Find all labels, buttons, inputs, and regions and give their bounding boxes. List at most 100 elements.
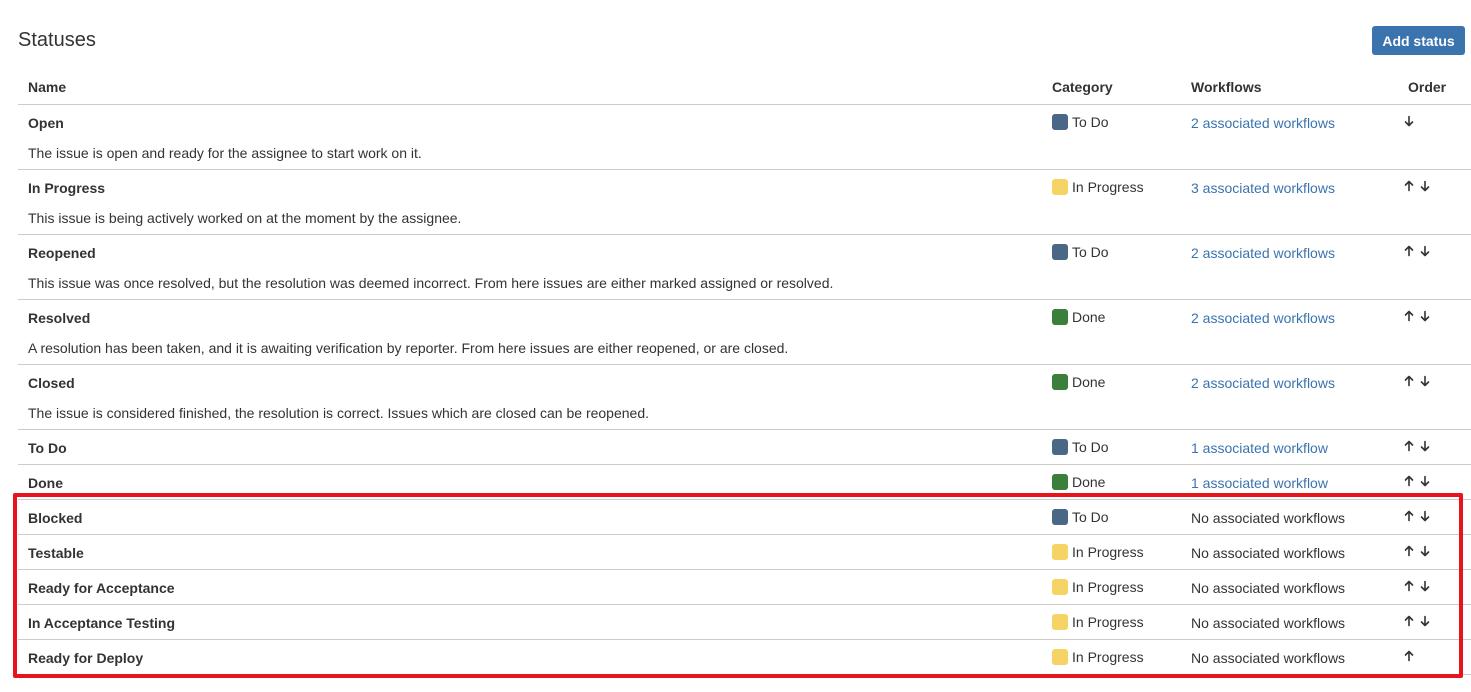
category-swatch-icon — [1052, 309, 1068, 325]
move-up-icon[interactable] — [1402, 578, 1416, 594]
table-row: Closed The issue is considered finished, … — [18, 365, 1471, 430]
associated-workflows-text: No associated workflows — [1191, 545, 1346, 561]
category-swatch-icon — [1052, 114, 1068, 130]
status-description: The issue is considered finished, the re… — [28, 405, 650, 421]
move-up-icon[interactable] — [1402, 308, 1416, 324]
category-swatch-icon — [1052, 509, 1068, 525]
move-down-icon[interactable] — [1418, 308, 1432, 324]
associated-workflows-text: No associated workflows — [1191, 650, 1346, 666]
order-controls — [1402, 308, 1432, 324]
table-row: Ready for Deploy In Progress No associated… — [18, 640, 1471, 675]
associated-workflows-text: No associated workflows — [1191, 510, 1346, 526]
order-controls — [1402, 178, 1432, 194]
status-name: Closed — [28, 375, 75, 391]
table-row: Resolved A resolution has been taken, and… — [18, 300, 1471, 365]
status-name: Ready for Acceptance — [28, 580, 175, 596]
order-controls — [1402, 243, 1432, 259]
move-up-icon[interactable] — [1402, 648, 1416, 664]
move-up-icon[interactable] — [1402, 473, 1416, 489]
category-label: To Do — [1072, 244, 1109, 260]
status-category: Done — [1052, 374, 1105, 390]
page-title: Statuses — [18, 29, 96, 51]
table-row: Done Done 1 associated workflow — [18, 465, 1471, 500]
order-controls — [1402, 578, 1432, 594]
header-workflows: Workflows — [1191, 79, 1262, 95]
move-down-icon[interactable] — [1418, 373, 1432, 389]
category-swatch-icon — [1052, 614, 1068, 630]
associated-workflows-text: No associated workflows — [1191, 580, 1346, 596]
status-category: In Progress — [1052, 544, 1144, 560]
status-name: In Progress — [28, 180, 106, 196]
status-category: Done — [1052, 474, 1105, 490]
move-up-icon[interactable] — [1402, 373, 1416, 389]
status-category: To Do — [1052, 509, 1109, 525]
status-category: In Progress — [1052, 614, 1144, 630]
status-category: Done — [1052, 309, 1105, 325]
status-name: Open — [28, 115, 64, 131]
category-label: Done — [1072, 309, 1106, 325]
move-down-icon[interactable] — [1418, 438, 1432, 454]
move-up-icon[interactable] — [1402, 178, 1416, 194]
move-down-icon[interactable] — [1418, 508, 1432, 524]
associated-workflows-link[interactable]: 2 associated workflows — [1191, 245, 1335, 261]
status-name: To Do — [28, 440, 67, 456]
category-label: In Progress — [1072, 614, 1144, 630]
order-controls — [1402, 543, 1432, 559]
order-controls — [1402, 648, 1416, 664]
associated-workflows-link[interactable]: 2 associated workflows — [1191, 375, 1335, 391]
move-down-icon[interactable] — [1418, 578, 1432, 594]
move-down-icon[interactable] — [1418, 613, 1432, 629]
status-description: The issue is open and ready for the assi… — [28, 145, 422, 161]
table-header: Name Category Workflows Order — [18, 70, 1471, 105]
associated-workflows-link[interactable]: 2 associated workflows — [1191, 310, 1335, 326]
move-up-icon[interactable] — [1402, 613, 1416, 629]
category-label: Done — [1072, 474, 1106, 490]
category-label: To Do — [1072, 114, 1109, 130]
move-up-icon[interactable] — [1402, 438, 1416, 454]
move-down-icon[interactable] — [1418, 243, 1432, 259]
order-controls — [1402, 508, 1432, 524]
move-up-icon[interactable] — [1402, 243, 1416, 259]
status-name: Blocked — [28, 510, 83, 526]
move-up-icon[interactable] — [1402, 508, 1416, 524]
move-down-icon[interactable] — [1418, 543, 1432, 559]
associated-workflows-link[interactable]: 1 associated workflow — [1191, 475, 1328, 491]
header-name: Name — [28, 79, 67, 95]
status-description: This issue was once resolved, but the re… — [28, 275, 834, 291]
move-up-icon[interactable] — [1402, 543, 1416, 559]
order-controls — [1402, 473, 1432, 489]
associated-workflows-text: No associated workflows — [1191, 615, 1346, 631]
order-controls — [1402, 613, 1432, 629]
table-row: Ready for Acceptance In Progress No associ… — [18, 570, 1471, 605]
category-swatch-icon — [1052, 244, 1068, 260]
table-row: To Do To Do 1 associated workflow — [18, 430, 1471, 465]
status-name: Testable — [28, 545, 84, 561]
category-label: In Progress — [1072, 579, 1144, 595]
category-swatch-icon — [1052, 649, 1068, 665]
category-label: To Do — [1072, 439, 1109, 455]
status-category: In Progress — [1052, 579, 1144, 595]
header-order: Order — [1408, 79, 1447, 95]
move-down-icon[interactable] — [1402, 113, 1416, 129]
table-row: In Progress This issue is being actively … — [18, 170, 1471, 235]
associated-workflows-link[interactable]: 3 associated workflows — [1191, 180, 1335, 196]
category-label: In Progress — [1072, 179, 1144, 195]
status-name: Ready for Deploy — [28, 650, 144, 666]
table-row: Blocked To Do No associated workflows — [18, 500, 1471, 535]
move-down-icon[interactable] — [1418, 178, 1432, 194]
category-swatch-icon — [1052, 374, 1068, 390]
order-controls — [1402, 438, 1432, 454]
add-status-button[interactable]: Add status — [1372, 26, 1465, 55]
associated-workflows-link[interactable]: 1 associated workflow — [1191, 440, 1328, 456]
status-name: Reopened — [28, 245, 96, 261]
associated-workflows-link[interactable]: 2 associated workflows — [1191, 115, 1335, 131]
status-category: To Do — [1052, 244, 1109, 260]
table-row: Reopened This issue was once resolved, bu… — [18, 235, 1471, 300]
status-name: In Acceptance Testing — [28, 615, 176, 631]
statuses-table: Name Category Workflows Order Open The is… — [18, 70, 1471, 675]
category-label: In Progress — [1072, 544, 1144, 560]
status-category: In Progress — [1052, 179, 1144, 195]
status-name: Done — [28, 475, 63, 491]
move-down-icon[interactable] — [1418, 473, 1432, 489]
order-controls — [1402, 113, 1416, 129]
